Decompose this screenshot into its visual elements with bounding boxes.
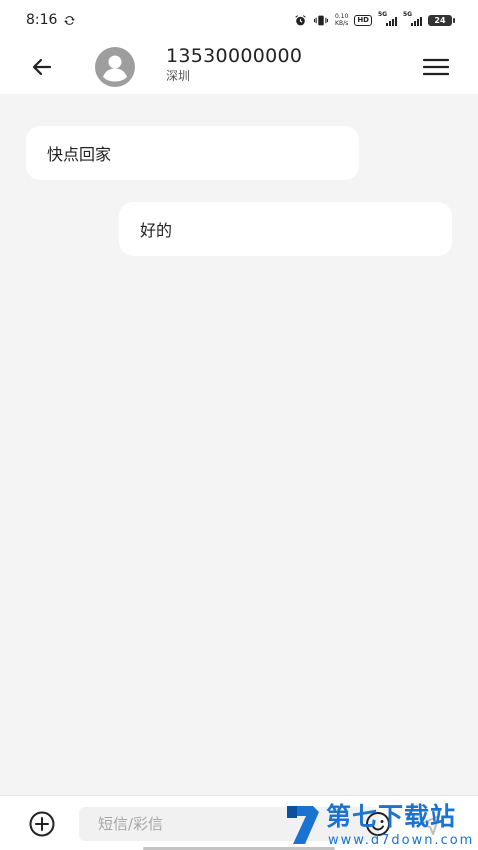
hd-badge: HD xyxy=(354,14,372,26)
message-bubble-incoming[interactable]: 快点回家 xyxy=(26,126,359,180)
vibrate-icon xyxy=(313,14,329,27)
status-time: 8:16 xyxy=(26,12,58,28)
watermark-title: 第七下载站 xyxy=(326,802,457,831)
avatar[interactable] xyxy=(95,47,135,87)
watermark-logo-icon xyxy=(287,806,319,844)
network-speed: 0.10 KB/s xyxy=(335,13,348,27)
menu-icon xyxy=(423,58,449,76)
add-attachment-button[interactable] xyxy=(28,810,56,838)
signal-sim2-label: 5G xyxy=(403,11,413,18)
status-bar-right: 0.10 KB/s HD 5G 5G 24 xyxy=(294,11,455,27)
battery-level: 24 xyxy=(434,15,446,25)
avatar-person-icon xyxy=(95,47,135,87)
watermark-url: www.d7down.com xyxy=(328,833,475,848)
signal-sim1-icon: 5G xyxy=(378,11,397,26)
back-arrow-icon xyxy=(32,58,52,76)
network-speed-unit: KB/s xyxy=(335,20,349,27)
watermark: 第七下载站 www.d7down.com xyxy=(284,800,474,850)
message-bubble-outgoing[interactable]: 好的 xyxy=(119,202,452,256)
alarm-icon xyxy=(294,14,307,27)
conversation-header: 13530000000 深圳 xyxy=(0,40,478,94)
signal-sim1-label: 5G xyxy=(378,11,388,18)
status-bar: 8:16 0.10 KB/s HD 5G 5G 24 xyxy=(0,0,478,40)
sync-icon xyxy=(63,14,76,27)
menu-button[interactable] xyxy=(420,52,452,82)
battery-icon: 24 xyxy=(428,14,455,26)
contact-number: 13530000000 xyxy=(166,45,303,67)
contact-location: 深圳 xyxy=(166,69,191,83)
signal-sim2-icon: 5G xyxy=(403,11,422,26)
message-text: 好的 xyxy=(140,221,173,240)
network-speed-value: 0.10 xyxy=(334,13,349,20)
message-text: 快点回家 xyxy=(47,145,112,164)
back-button[interactable] xyxy=(26,51,58,83)
status-bar-left: 8:16 xyxy=(26,12,76,28)
contact-info[interactable]: 13530000000 深圳 xyxy=(166,44,302,84)
add-circle-icon xyxy=(29,811,55,837)
